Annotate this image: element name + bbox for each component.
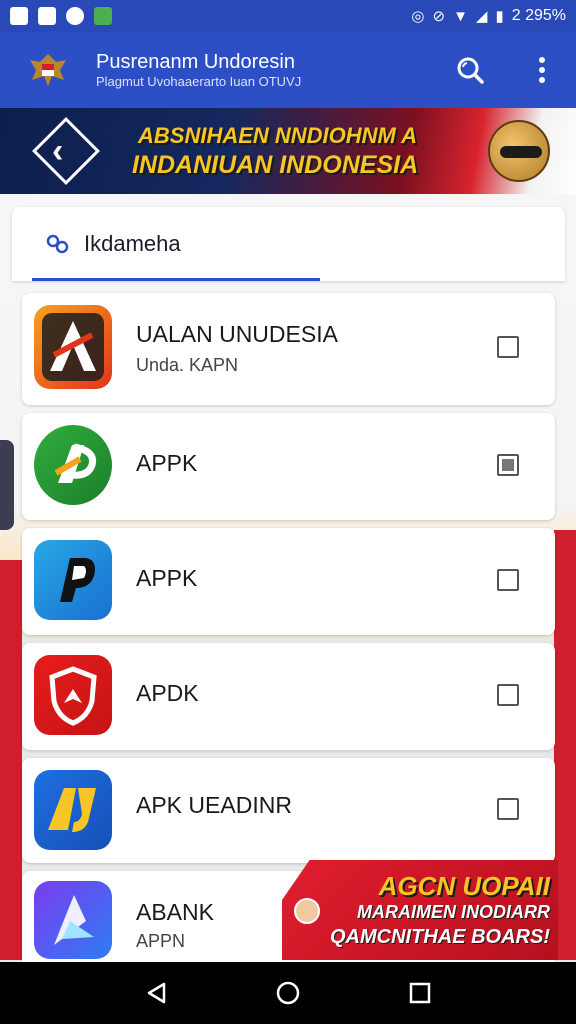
no-sim-icon: ⊘	[432, 8, 446, 25]
app-icon	[34, 770, 112, 850]
select-checkbox[interactable]	[497, 684, 519, 706]
app-icon	[34, 305, 112, 389]
app-bar: Pusrenanm Undoresin Plagmut Uvohaaerarto…	[0, 32, 576, 108]
app-title: Pusrenanm Undoresin	[96, 51, 295, 73]
tab-ikdameha[interactable]: Ikdameha	[32, 207, 322, 281]
more-vertical-icon	[539, 57, 545, 83]
promo-line-2: MARAIMEN INODIARR	[357, 902, 550, 922]
search-button[interactable]	[454, 54, 486, 86]
banner-subheadline: INDANIUAN INDONESIA	[132, 151, 419, 179]
notification-icon	[10, 7, 28, 25]
battery-icon: ▮	[495, 8, 504, 25]
tab-indicator	[32, 278, 320, 281]
recents-square-icon	[409, 982, 431, 1004]
people-icon	[46, 234, 69, 254]
back-button[interactable]	[136, 973, 176, 1013]
select-checkbox[interactable]	[497, 336, 519, 358]
background-figure	[0, 440, 14, 530]
app-name: APPK	[136, 450, 198, 476]
promo-headline: AGCN UOPAII	[378, 871, 550, 901]
home-circle-icon	[276, 981, 300, 1005]
app-icon	[34, 655, 112, 735]
signal-icon: ◢	[475, 8, 488, 25]
mascot-icon	[488, 120, 550, 182]
alarm-icon: ◎	[411, 8, 425, 25]
tab-bar: Ikdameha	[12, 207, 565, 281]
wifi-icon: ▼	[453, 7, 468, 25]
image-notification-icon	[38, 7, 56, 25]
promo-line-3: QAMCNITHAE BOARS!	[330, 926, 550, 948]
tab-label: Ikdameha	[84, 231, 181, 256]
search-icon	[457, 57, 484, 84]
select-checkbox[interactable]	[497, 798, 519, 820]
select-checkbox[interactable]	[497, 454, 519, 476]
recents-button[interactable]	[400, 973, 440, 1013]
garuda-emblem-icon	[26, 50, 70, 90]
app-name: APDK	[136, 680, 199, 706]
app-icon	[34, 881, 112, 959]
promo-text[interactable]: AGCN UOPAII MARAIMEN INODIARR QAMCNITHAE…	[300, 872, 550, 950]
app-name: APPK	[136, 565, 198, 591]
list-item[interactable]: APK UEADINR	[22, 758, 555, 863]
sync-notification-icon	[66, 7, 84, 25]
app-subtitle: Plagmut Uvohaaerarto Iuan OTUVJ	[96, 74, 302, 89]
status-bar: ◎ ⊘ ▼ ◢ ▮ 2 295%	[0, 0, 576, 32]
app-icon	[34, 540, 112, 620]
app-icon	[34, 425, 112, 505]
home-button[interactable]	[268, 973, 308, 1013]
app-subtitle: APPN	[136, 931, 186, 951]
select-checkbox[interactable]	[497, 569, 519, 591]
app-name: ABANK	[136, 899, 214, 925]
app-subtitle: Unda. KAPN	[136, 355, 239, 375]
list-item[interactable]: UALAN UNUDESIA Unda. KAPN	[22, 293, 555, 405]
banner-headline: ABSNIHAEN NNDIOHNM A	[138, 123, 418, 148]
chevron-left-icon[interactable]: ‹	[52, 132, 63, 171]
list-item[interactable]: APDK	[22, 643, 555, 750]
more-options-button[interactable]	[526, 54, 558, 86]
app-name: UALAN UNUDESIA	[136, 321, 338, 347]
app-name: APK UEADINR	[136, 792, 292, 818]
background-flag-left	[0, 560, 22, 960]
navigation-bar	[0, 962, 576, 1024]
list-item[interactable]: APPK	[22, 413, 555, 520]
battery-percent: 2 295%	[511, 7, 566, 24]
hero-banner[interactable]: ‹ ABSNIHAEN NNDIOHNM A INDANIUAN INDONES…	[0, 108, 576, 194]
app-notification-icon	[94, 7, 112, 25]
banner-back-frame	[32, 117, 100, 185]
back-triangle-icon	[147, 982, 166, 1004]
list-item[interactable]: APPK	[22, 528, 555, 635]
